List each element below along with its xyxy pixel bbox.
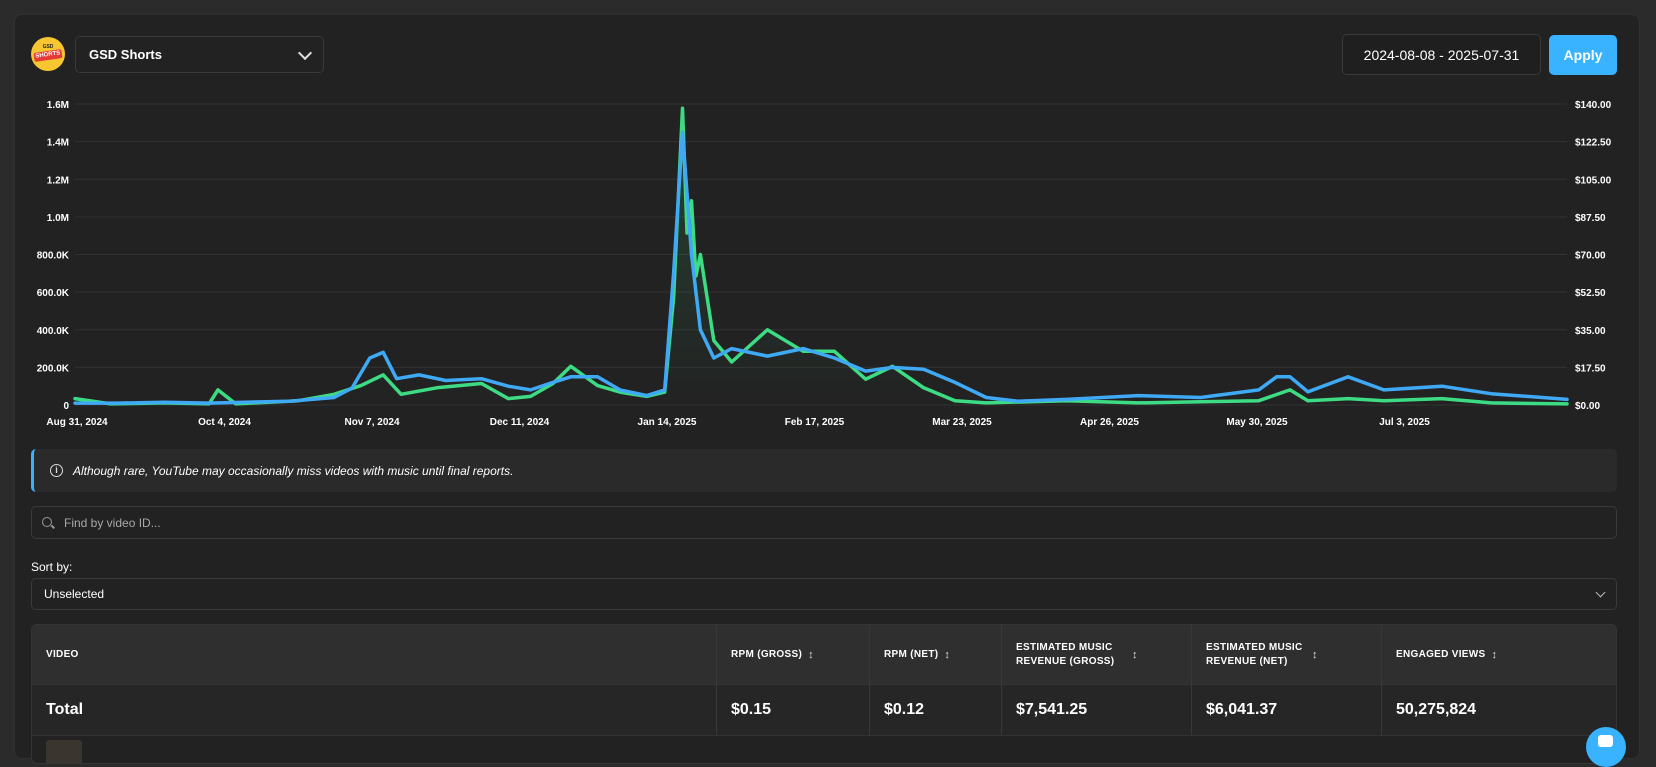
logo-text-band: SHORTS xyxy=(33,49,63,62)
column-header-rpm-net[interactable]: RPM (NET) ↕ xyxy=(870,625,1002,684)
y-right-tick-label: $0.00 xyxy=(1575,401,1600,412)
table-row-total: Total $0.15 $0.12 $7,541.25 $6,041.37 50… xyxy=(32,684,1616,735)
sort-arrows-icon[interactable]: ↕ xyxy=(1312,648,1318,662)
x-tick-label: Nov 7, 2024 xyxy=(344,417,399,427)
total-revenue-gross: $7,541.25 xyxy=(1002,685,1192,735)
column-header-video: VIDEO xyxy=(32,625,717,684)
y-left-tick-label: 600.0K xyxy=(37,288,70,299)
column-header-revenue-net[interactable]: ESTIMATED MUSIC REVENUE (NET) ↕ xyxy=(1192,625,1382,684)
search-icon xyxy=(42,517,55,529)
y-right-tick-label: $140.00 xyxy=(1575,100,1612,111)
total-engaged-views: 50,275,824 xyxy=(1396,701,1477,718)
channel-select-label: GSD Shorts xyxy=(89,47,162,62)
chevron-down-icon xyxy=(1595,587,1606,597)
x-tick-label: Dec 11, 2024 xyxy=(490,417,550,427)
y-right-tick-label: $35.00 xyxy=(1575,326,1606,337)
x-tick-label: Oct 4, 2024 xyxy=(198,417,251,427)
total-rpm-gross: $0.15 xyxy=(717,685,870,735)
sort-arrows-icon[interactable]: ↕ xyxy=(1491,648,1497,662)
date-range-picker[interactable]: 2024-08-08 - 2025-07-31 xyxy=(1342,34,1541,75)
x-tick-label: Mar 23, 2025 xyxy=(932,417,992,427)
sort-arrows-icon[interactable]: ↕ xyxy=(944,648,950,662)
video-thumbnail[interactable] xyxy=(46,740,82,763)
chevron-down-icon xyxy=(297,45,313,60)
x-tick-label: Feb 17, 2025 xyxy=(785,417,845,427)
revenue-area xyxy=(75,108,1567,406)
sort-arrows-icon[interactable]: ↕ xyxy=(808,648,814,662)
y-left-tick-label: 200.0K xyxy=(37,363,70,374)
column-header-rpm-gross[interactable]: RPM (GROSS) ↕ xyxy=(717,625,870,684)
y-left-tick-label: 1.6M xyxy=(47,100,69,111)
sort-arrows-icon[interactable]: ↕ xyxy=(1132,648,1138,662)
column-header-engaged-views[interactable]: ENGAGED VIEWS ↕ xyxy=(1382,625,1616,684)
info-icon: i xyxy=(50,464,63,477)
y-left-tick-label: 1.2M xyxy=(47,175,69,186)
chat-support-button[interactable] xyxy=(1586,727,1626,767)
video-search[interactable] xyxy=(31,506,1617,539)
table-header: VIDEO RPM (GROSS) ↕ RPM (NET) ↕ ESTIMATED … xyxy=(32,625,1616,684)
views-revenue-chart: 0 200.0K 400.0K 600.0K 800.0K 1.0M 1.2M 1.4M 1.6… xyxy=(37,100,1612,427)
x-tick-label: May 30, 2025 xyxy=(1226,417,1288,427)
y-right-tick-label: $17.50 xyxy=(1575,363,1606,374)
date-range-value: 2024-08-08 - 2025-07-31 xyxy=(1363,46,1520,63)
videos-table: VIDEO RPM (GROSS) ↕ RPM (NET) ↕ ESTIMATED … xyxy=(31,624,1617,764)
y-right-tick-label: $122.50 xyxy=(1575,138,1612,149)
x-tick-label: Jan 14, 2025 xyxy=(638,417,697,427)
notice-text: Although rare, YouTube may occasionally … xyxy=(73,463,514,478)
music-report-notice: i Although rare, YouTube may occasionall… xyxy=(31,449,1617,492)
x-tick-label: Aug 31, 2024 xyxy=(46,417,108,427)
y-left-tick-label: 400.0K xyxy=(37,326,70,337)
y-left-tick-label: 0 xyxy=(63,401,69,412)
sort-label: Sort by: xyxy=(31,560,73,574)
column-header-revenue-gross[interactable]: ESTIMATED MUSIC REVENUE (GROSS) ↕ xyxy=(1002,625,1192,684)
y-left-tick-label: 1.0M xyxy=(47,213,69,224)
y-left-tick-label: 800.0K xyxy=(37,251,70,262)
table-row[interactable] xyxy=(32,735,1616,763)
x-tick-label: Apr 26, 2025 xyxy=(1080,417,1139,427)
y-right-tick-label: $52.50 xyxy=(1575,288,1606,299)
chat-icon xyxy=(1598,735,1613,747)
channel-select[interactable]: GSD Shorts xyxy=(75,36,324,73)
search-input[interactable] xyxy=(62,514,1616,531)
x-tick-label: Jul 3, 2025 xyxy=(1379,417,1430,427)
sort-select[interactable]: Unselected xyxy=(31,578,1617,610)
apply-button[interactable]: Apply xyxy=(1549,35,1617,75)
channel-avatar: GSD SHORTS xyxy=(31,37,65,71)
y-left-tick-label: 1.4M xyxy=(47,138,69,149)
y-right-tick-label: $105.00 xyxy=(1575,175,1612,186)
total-label: Total xyxy=(32,685,717,735)
sort-select-value: Unselected xyxy=(44,587,105,601)
y-right-tick-label: $70.00 xyxy=(1575,251,1606,262)
total-rpm-net: $0.12 xyxy=(870,685,1002,735)
total-revenue-net: $6,041.37 xyxy=(1192,685,1382,735)
y-right-tick-label: $87.50 xyxy=(1575,213,1606,224)
